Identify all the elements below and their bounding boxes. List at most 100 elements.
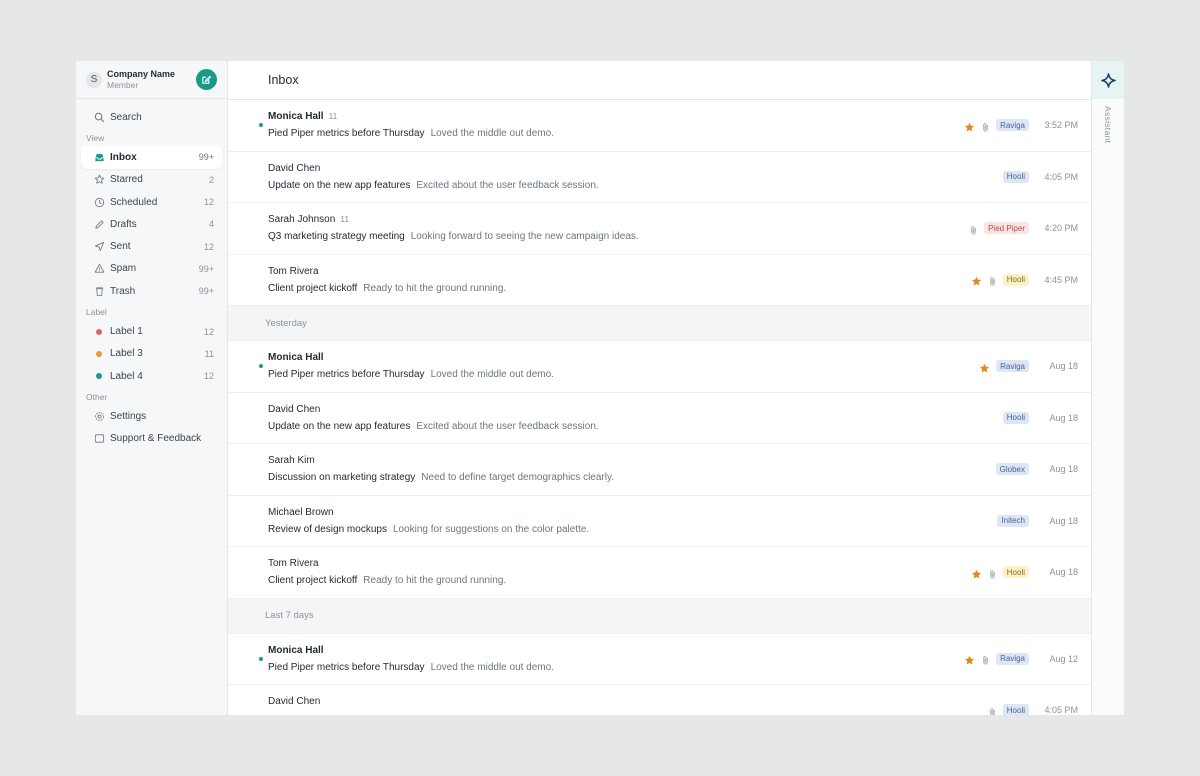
email-tag[interactable]: Pied Piper	[984, 222, 1029, 235]
pencil-icon	[94, 219, 105, 230]
email-row[interactable]: Tom Rivera Client project kickoff Ready to…	[228, 255, 1091, 306]
sidebar-item-drafts[interactable]: Drafts 4	[81, 213, 222, 235]
email-time: Aug 12	[1049, 653, 1078, 664]
email-tag[interactable]: Initech	[997, 514, 1029, 527]
label-section-label: Label	[86, 307, 107, 318]
email-row[interactable]: Monica Hall Pied Piper metrics before Thu…	[228, 634, 1091, 685]
sidebar-item-count: 12	[203, 197, 214, 208]
sidebar-item-starred[interactable]: Starred 2	[81, 169, 222, 191]
star-icon[interactable]	[971, 274, 982, 286]
email-tag[interactable]: Hooli	[1002, 170, 1029, 183]
sidebar-item-trash[interactable]: Trash 99+	[81, 280, 222, 302]
email-subject: Discussion on marketing strategy	[268, 472, 416, 483]
star-icon[interactable]	[964, 653, 975, 665]
email-sender: Tom Rivera	[268, 265, 319, 277]
email-subject-line: Q3 marketing strategy meeting Looking for…	[268, 231, 639, 242]
star-icon[interactable]	[979, 361, 990, 373]
email-preview: Loved the middle out demo.	[430, 128, 554, 139]
email-tag[interactable]: Hooli	[1002, 273, 1029, 286]
sidebar-item-label-3[interactable]: Label 3 11	[81, 343, 222, 365]
date-group-header: Yesterday	[228, 306, 1091, 341]
email-preview: Need to define target demographics clear…	[421, 472, 614, 483]
attachment-icon	[981, 653, 990, 665]
email-sender-line: Monica Hall	[268, 352, 324, 363]
email-tag[interactable]: Hooli	[1002, 566, 1029, 579]
star-icon[interactable]	[964, 120, 975, 132]
sidebar-item-count: 2	[208, 174, 214, 185]
email-sender-line: Monica Hall 11	[268, 111, 337, 122]
label-color-dot	[96, 350, 102, 357]
email-preview: Ready to hit the ground running.	[363, 282, 507, 294]
email-subject-line: Discussion on marketing strategy Need to …	[268, 472, 614, 483]
search-icon	[94, 112, 105, 123]
assistant-toggle[interactable]	[1092, 61, 1124, 99]
email-row[interactable]: David Chen Update on the new app features…	[228, 393, 1091, 444]
email-meta: Hooli 4:05 PM	[988, 685, 1078, 715]
sparkle-icon	[1100, 72, 1116, 88]
sidebar-item-support-feedback[interactable]: Support & Feedback	[81, 428, 222, 450]
email-sender-line: Tom Rivera	[268, 558, 319, 569]
email-time: 4:05 PM	[1044, 705, 1078, 715]
email-subject: Update on the new app features	[268, 179, 411, 191]
sidebar-item-label-1[interactable]: Label 1 12	[81, 320, 222, 342]
email-sender: Sarah Johnson	[268, 214, 336, 225]
email-sender-line: David Chen	[268, 696, 320, 707]
email-row[interactable]: Tom Rivera Client project kickoff Ready to…	[228, 547, 1091, 599]
email-preview: Loved the middle out demo.	[430, 369, 554, 380]
email-list: Monica Hall 11 Pied Piper metrics before T…	[228, 100, 1091, 715]
sidebar-item-label: Trash	[110, 285, 136, 297]
email-tag[interactable]: Raviga	[996, 360, 1029, 373]
assistant-label: Assistant	[1103, 106, 1113, 144]
email-subject-line: Pied Piper metrics before Thursday Loved …	[268, 662, 554, 673]
email-row[interactable]: Monica Hall 11 Pied Piper metrics before T…	[228, 100, 1091, 152]
unread-indicator	[259, 364, 263, 368]
sidebar-item-spam[interactable]: Spam 99+	[81, 258, 222, 280]
send-icon	[94, 241, 105, 252]
email-meta: Hooli 4:45 PM	[971, 255, 1078, 306]
sidebar-item-label: Drafts	[110, 218, 137, 230]
assistant-panel[interactable]: Assistant	[1091, 61, 1124, 715]
email-tag[interactable]: Raviga	[996, 119, 1029, 132]
sidebar-item-settings[interactable]: Settings	[81, 405, 222, 427]
email-time: Aug 18	[1049, 361, 1078, 372]
email-tag[interactable]: Raviga	[996, 652, 1029, 665]
email-row[interactable]: Michael Brown Review of design mockups Loo…	[228, 496, 1091, 547]
email-preview: Looking for suggestions on the color pal…	[392, 523, 590, 535]
gear-icon	[94, 411, 105, 422]
email-tag[interactable]: Globex	[995, 463, 1029, 476]
workspace-switcher[interactable]: S Company Name Member	[76, 61, 227, 99]
sidebar-item-count: 99+	[198, 152, 214, 163]
email-tag[interactable]: Hooli	[1002, 411, 1029, 424]
sidebar-item-label-4[interactable]: Label 4 12	[81, 365, 222, 387]
email-sender: David Chen	[268, 162, 321, 174]
email-row[interactable]: David Chen Hooli 4:05 PM	[228, 685, 1091, 715]
email-subject-line: Update on the new app features Excited ab…	[268, 180, 599, 191]
email-meta: Raviga 3:52 PM	[964, 100, 1078, 151]
sidebar-item-scheduled[interactable]: Scheduled 12	[81, 191, 222, 213]
email-row[interactable]: Sarah Johnson 11 Q3 marketing strategy mee…	[228, 203, 1091, 255]
email-preview: Excited about the user feedback session.	[416, 179, 599, 191]
email-sender-line: Tom Rivera	[268, 266, 319, 277]
sidebar-item-inbox[interactable]: Inbox 99+	[81, 146, 222, 169]
email-time: 3:52 PM	[1044, 120, 1078, 131]
label-color-dot	[96, 373, 102, 380]
email-row[interactable]: Sarah Kim Discussion on marketing strateg…	[228, 444, 1091, 496]
email-sender-line: Monica Hall	[268, 645, 324, 656]
email-row[interactable]: David Chen Update on the new app features…	[228, 152, 1091, 203]
email-time: 4:20 PM	[1044, 223, 1078, 234]
search-button[interactable]: Search	[81, 106, 222, 128]
sidebar-item-sent[interactable]: Sent 12	[81, 235, 222, 257]
attachment-icon	[981, 120, 990, 132]
star-icon[interactable]	[971, 567, 982, 579]
attachment-icon	[988, 705, 997, 715]
other-section-label: Other	[86, 392, 108, 403]
email-tag[interactable]: Hooli	[1002, 704, 1029, 715]
member-role: Member	[107, 79, 139, 90]
compose-button[interactable]	[196, 69, 217, 90]
email-sender: Monica Hall	[268, 352, 324, 363]
email-subject: Pied Piper metrics before Thursday	[268, 661, 425, 673]
email-row[interactable]: Monica Hall Pied Piper metrics before Thu…	[228, 341, 1091, 393]
email-preview: Ready to hit the ground running.	[363, 575, 507, 586]
email-sender: Michael Brown	[268, 506, 334, 518]
trash-icon	[94, 286, 105, 297]
